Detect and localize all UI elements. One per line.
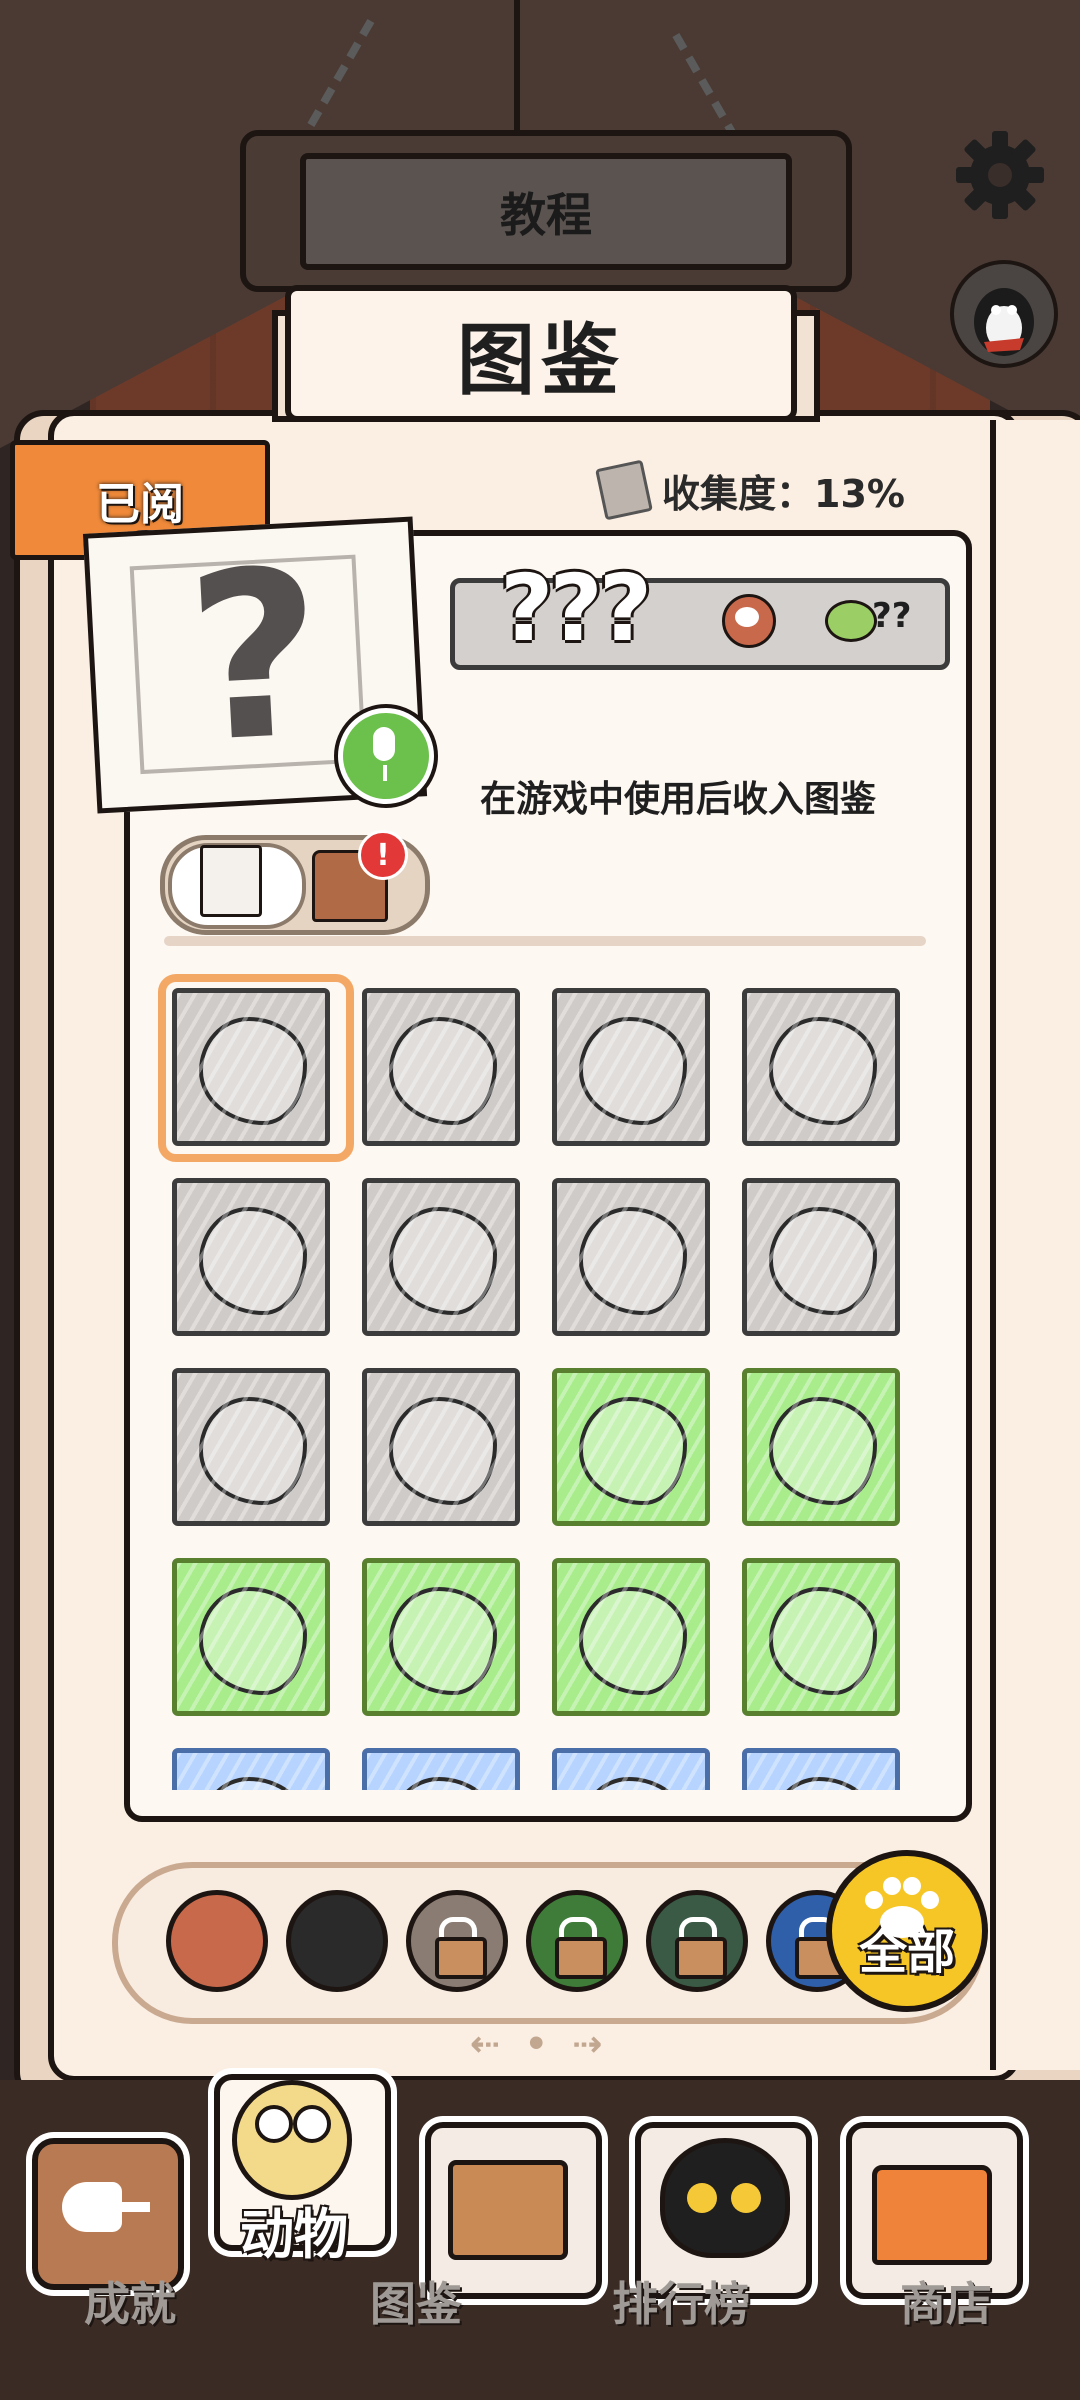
animal-cell[interactable]: [552, 988, 710, 1146]
hatch-pattern: [367, 993, 515, 1141]
animal-cell[interactable]: [742, 1178, 900, 1336]
item-cost: ??: [872, 596, 912, 636]
nav-label-animals: 动物: [240, 2203, 348, 2266]
page-title: 图鉴: [285, 285, 797, 422]
nav-label-shop: 商店: [900, 2277, 992, 2331]
nav-label-encyclopedia: 图鉴: [370, 2277, 462, 2331]
penguin-avatar-icon: [974, 288, 1034, 356]
animal-cell[interactable]: [742, 1748, 900, 1790]
back-arrow-icon: [62, 2182, 150, 2232]
photo-frame: ?: [129, 521, 367, 794]
hatch-pattern: [557, 1183, 705, 1331]
nav-label-leaderboard: 排行榜: [612, 2277, 750, 2331]
animal-cell[interactable]: [742, 1558, 900, 1716]
animal-cell[interactable]: [172, 1368, 330, 1526]
animal-cell[interactable]: [172, 1558, 330, 1716]
animal-cell[interactable]: [362, 1178, 520, 1336]
hatch-pattern: [557, 1373, 705, 1521]
animal-cell[interactable]: [742, 988, 900, 1146]
hatch-pattern: [557, 1753, 705, 1790]
book-right-page: [990, 420, 1080, 2070]
microphone-icon[interactable]: [338, 708, 434, 804]
animal-cell[interactable]: [552, 1368, 710, 1526]
hatch-pattern: [367, 1753, 515, 1790]
alert-badge: !: [358, 830, 408, 880]
player-avatar[interactable]: [950, 260, 1058, 368]
animal-cell[interactable]: [362, 988, 520, 1146]
hatch-pattern: [367, 1563, 515, 1711]
hatch-pattern: [177, 1373, 325, 1521]
animal-cell[interactable]: [172, 1748, 330, 1790]
basket-icon: [448, 2160, 568, 2260]
collection-progress: 收集度：13%: [595, 459, 905, 521]
hatch-pattern: [177, 1183, 325, 1331]
item-name: ???: [500, 555, 652, 662]
animal-cell[interactable]: [362, 1368, 520, 1526]
hatch-pattern: [177, 1563, 325, 1711]
hatch-pattern: [747, 1183, 895, 1331]
nav-label-achievements[interactable]: 成就: [84, 2268, 176, 2334]
hatch-pattern: [177, 1753, 325, 1790]
black-cat-icon: [660, 2138, 790, 2258]
seed-cost-icon: [825, 600, 877, 642]
collection-label: 收集度：13%: [662, 471, 905, 516]
black-cat-category-icon[interactable]: [286, 1890, 388, 1992]
hatch-pattern: [747, 1563, 895, 1711]
book-icon: [595, 459, 653, 521]
tshirt-icon: [872, 2165, 992, 2265]
hatch-pattern: [557, 1563, 705, 1711]
paw-icon: [865, 1877, 939, 1938]
hatch-pattern: [747, 1373, 895, 1521]
item-description: 在游戏中使用后收入图鉴: [480, 779, 877, 820]
question-mark-icon: ?: [181, 520, 329, 795]
animal-cell[interactable]: [362, 1558, 520, 1716]
tutorial-button[interactable]: 教程: [300, 153, 792, 270]
bird-category-icon[interactable]: [166, 1890, 268, 1992]
chick-icon: [232, 2080, 352, 2200]
animal-cell[interactable]: [552, 1748, 710, 1790]
hatch-pattern: [367, 1373, 515, 1521]
locked-category-1-lock-icon[interactable]: [406, 1890, 508, 1992]
eye-icon: [722, 594, 776, 648]
locked-category-3-lock-icon[interactable]: [646, 1890, 748, 1992]
animal-cell[interactable]: [172, 1178, 330, 1336]
locked-category-2-lock-icon[interactable]: [526, 1890, 628, 1992]
animal-cell[interactable]: [552, 1558, 710, 1716]
divider: [164, 936, 926, 946]
animal-cell[interactable]: [742, 1368, 900, 1526]
hatch-pattern: [747, 993, 895, 1141]
hatch-pattern: [557, 993, 705, 1141]
page-indicator: ⇠ • ⇢: [470, 2024, 609, 2065]
settings-gear-icon[interactable]: [950, 125, 1050, 225]
hatch-pattern: [747, 1753, 895, 1790]
hatch-pattern: [367, 1183, 515, 1331]
selected-cell-frame: [158, 974, 354, 1162]
animal-cell[interactable]: [362, 1748, 520, 1790]
animal-cell[interactable]: [552, 1178, 710, 1336]
certificate-icon: [200, 845, 262, 917]
